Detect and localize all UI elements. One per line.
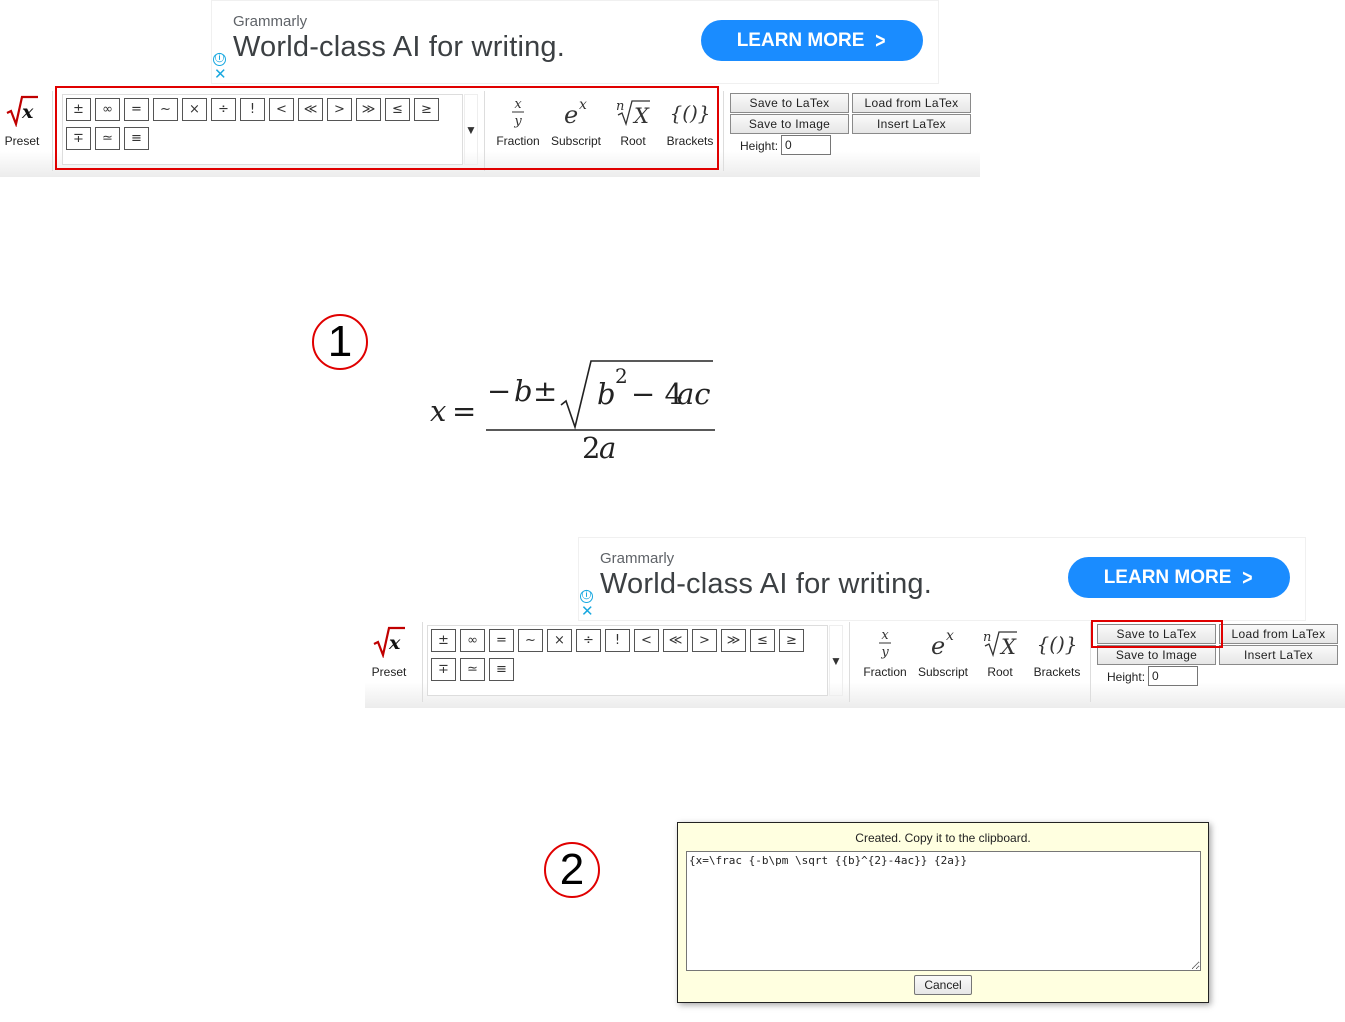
- formula-neg: −: [487, 374, 511, 408]
- divider: [52, 91, 53, 171]
- save-to-image-button[interactable]: Save to Image: [1097, 645, 1216, 665]
- ad-close-icon[interactable]: ✕: [214, 67, 227, 83]
- formula-ac: ac: [677, 377, 711, 411]
- svg-text:x: x: [881, 628, 889, 643]
- svg-text:{()}: {()}: [1036, 632, 1077, 656]
- subscript-button[interactable]: e x Subscript: [913, 622, 973, 702]
- preset-label: Preset: [371, 665, 407, 679]
- svg-text:X: X: [999, 635, 1017, 659]
- symbol-equivalent-button[interactable]: ≡: [489, 658, 514, 681]
- ad-banner-top[interactable]: Grammarly World-class AI for writing. ⓘ …: [211, 0, 939, 84]
- nth-root-icon: n X: [983, 630, 1017, 659]
- svg-text:x: x: [21, 101, 34, 123]
- symbol-much-greater-button[interactable]: ≫: [721, 629, 746, 652]
- height-input[interactable]: 0: [781, 135, 831, 155]
- chevron-right-icon: >: [875, 27, 887, 53]
- symbol-less-than-button[interactable]: <: [634, 629, 659, 652]
- cancel-button[interactable]: Cancel: [914, 975, 972, 995]
- symbol-greater-equal-button[interactable]: ≥: [779, 629, 804, 652]
- symbol-greater-than-button[interactable]: >: [692, 629, 717, 652]
- symbol-similar-equal-button[interactable]: ≃: [460, 658, 485, 681]
- symbol-infinity-button[interactable]: ∞: [460, 629, 485, 652]
- ad-close-icon[interactable]: ✕: [581, 604, 594, 620]
- dialog-message: Created. Copy it to the clipboard.: [855, 831, 1031, 845]
- divider: [849, 622, 850, 702]
- symbols-panel: ± ∞ = ~ × ÷ ! < ≪ > ≫ ≤ ≥ ∓ ≃ ≡: [427, 625, 828, 696]
- ad-info-icon[interactable]: ⓘ: [213, 53, 226, 66]
- ad-info-icon[interactable]: ⓘ: [580, 590, 593, 603]
- symbols-grid: ± ∞ = ~ × ÷ ! < ≪ > ≫ ≤ ≥ ∓ ≃ ≡: [431, 629, 821, 687]
- ad-cta-label: LEARN MORE: [1103, 566, 1232, 588]
- quadratic-formula: x = − b ± b 2 − 4 ac 2 a: [430, 360, 715, 465]
- svg-text:x: x: [388, 632, 401, 654]
- ad-banner-bottom[interactable]: Grammarly World-class AI for writing. ⓘ …: [578, 537, 1306, 621]
- preset-button[interactable]: x Preset: [0, 91, 44, 171]
- brackets-label: Brackets: [1033, 665, 1081, 679]
- ad-learn-more-button[interactable]: LEARN MORE >: [1068, 557, 1290, 598]
- save-to-latex-button[interactable]: Save to LaTex: [730, 93, 849, 113]
- symbol-tilde-button[interactable]: ~: [518, 629, 543, 652]
- ad-cta-label: LEARN MORE: [736, 29, 865, 51]
- fraction-button[interactable]: x y Fraction: [855, 622, 915, 702]
- formula-equals: =: [452, 394, 476, 428]
- preset-label: Preset: [4, 134, 40, 148]
- ad-headline: World-class AI for writing.: [600, 568, 933, 600]
- svg-text:x: x: [946, 628, 954, 644]
- load-from-latex-button[interactable]: Load from LaTex: [1219, 624, 1338, 644]
- insert-latex-button[interactable]: Insert LaTex: [1219, 645, 1338, 665]
- svg-text:n: n: [983, 630, 991, 645]
- brackets-icon: {()}: [1036, 632, 1077, 656]
- chevron-right-icon: >: [1242, 564, 1254, 590]
- brackets-button[interactable]: {()} Brackets: [1027, 622, 1087, 702]
- load-from-latex-button[interactable]: Load from LaTex: [852, 93, 971, 113]
- highlight-save-to-latex: [1091, 620, 1223, 648]
- formula-minus-4: − 4: [631, 377, 683, 411]
- step-2-marker: 2: [544, 842, 600, 898]
- ad-brand: Grammarly: [600, 550, 675, 567]
- ad-brand: Grammarly: [233, 13, 308, 30]
- step-1-marker: 1: [312, 314, 368, 370]
- divider: [422, 622, 423, 702]
- symbol-plus-minus-button[interactable]: ±: [431, 629, 456, 652]
- height-input[interactable]: 0: [1148, 666, 1198, 686]
- symbol-much-less-button[interactable]: ≪: [663, 629, 688, 652]
- symbol-minus-plus-button[interactable]: ∓: [431, 658, 456, 681]
- highlight-symbols-tools: [55, 86, 719, 170]
- symbol-less-equal-button[interactable]: ≤: [750, 629, 775, 652]
- ad-headline: World-class AI for writing.: [233, 31, 566, 63]
- sqrt-x-icon: x: [6, 95, 38, 127]
- height-label: Height:: [1107, 670, 1146, 684]
- root-button[interactable]: n X Root: [970, 622, 1030, 702]
- exponent-icon: e x: [931, 628, 954, 660]
- height-label: Height:: [740, 139, 779, 153]
- sqrt-x-icon: x: [373, 626, 405, 658]
- symbol-divide-button[interactable]: ÷: [576, 629, 601, 652]
- symbol-times-button[interactable]: ×: [547, 629, 572, 652]
- symbols-more-dropdown[interactable]: ▼: [829, 625, 843, 696]
- svg-text:e: e: [931, 632, 945, 660]
- ad-learn-more-button[interactable]: LEARN MORE >: [701, 20, 923, 61]
- symbol-equals-button[interactable]: =: [489, 629, 514, 652]
- divider: [723, 91, 724, 171]
- symbol-factorial-button[interactable]: !: [605, 629, 630, 652]
- insert-latex-button[interactable]: Insert LaTex: [852, 114, 971, 134]
- formula-pm: ±: [533, 374, 557, 408]
- formula-b2: b: [597, 377, 616, 411]
- formula-exponent: 2: [615, 364, 628, 388]
- preset-button[interactable]: x Preset: [367, 622, 411, 702]
- fraction-icon: x y: [879, 628, 891, 660]
- save-to-image-button[interactable]: Save to Image: [730, 114, 849, 134]
- formula-denominator-2: 2: [582, 431, 600, 465]
- formula-denominator-a: a: [599, 431, 616, 465]
- svg-text:y: y: [880, 645, 889, 660]
- latex-output-textarea[interactable]: {x=\frac {-b\pm \sqrt {{b}^{2}-4ac}} {2a…: [686, 851, 1201, 971]
- latex-output-dialog: Created. Copy it to the clipboard. {x=\f…: [677, 822, 1209, 1003]
- formula-lhs-x: x: [430, 394, 446, 428]
- formula-b: b: [514, 374, 533, 408]
